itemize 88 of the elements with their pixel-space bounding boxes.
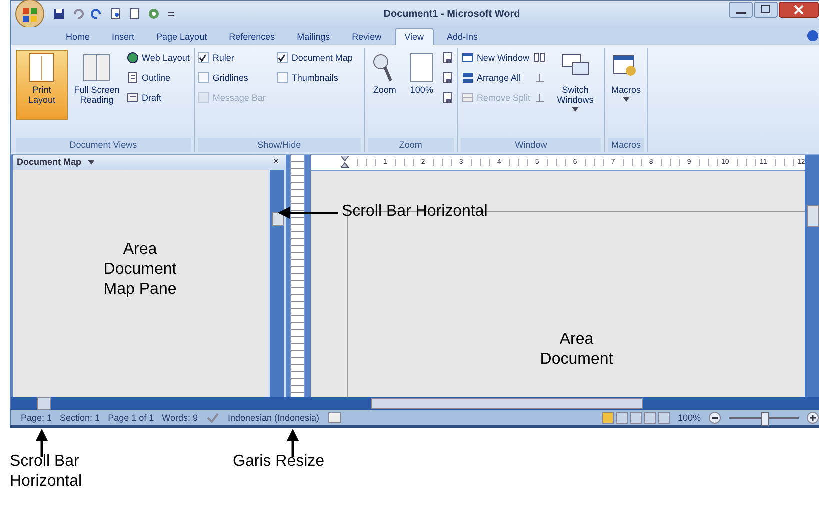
scroll-thumb[interactable] [807,204,819,227]
print-preview-icon[interactable] [110,8,122,20]
dropdown-caret-icon [88,160,95,165]
group-label: Macros [608,138,644,152]
office-button[interactable] [13,0,47,29]
group-label: Show/Hide [198,138,361,152]
page-icon[interactable] [442,72,454,84]
group-label: Document Views [16,138,191,152]
network-icon[interactable] [148,8,160,20]
draft-icon [127,92,139,104]
page-icon[interactable] [442,92,454,104]
page-icon[interactable] [442,52,454,64]
lines-icon[interactable] [534,92,546,104]
minimize-button[interactable] [729,2,753,18]
pointer-arrow [278,207,338,219]
vertical-scrollbar[interactable] [805,154,819,398]
globe-icon [127,52,139,64]
ribbon-button[interactable]: Zoom [368,50,402,120]
status-item[interactable]: Page 1 of 1 [108,412,154,423]
ribbon-button[interactable]: Macros [608,50,644,120]
ribbon-tab[interactable]: View [394,28,434,45]
scroll-thumb[interactable] [371,398,643,410]
status-item[interactable]: Section: 1 [60,412,100,423]
book-icon [83,52,111,83]
ribbon-tab[interactable]: References [220,28,284,45]
split-icon [462,92,474,104]
language-indicator[interactable]: Indonesian (Indonesia) [228,412,320,423]
undo-icon[interactable] [72,8,84,20]
status-item[interactable]: Words: 9 [162,412,198,423]
checkbox[interactable] [198,52,209,64]
scroll-thumb[interactable] [37,397,51,410]
page-icon [408,52,436,83]
checkbox-label: Ruler [212,52,234,63]
checkbox-label: Document Map [292,52,353,63]
ribbon-tab[interactable]: Review [343,28,391,45]
status-item[interactable]: Page: 1 [21,412,52,423]
ribbon-button[interactable]: New Window [460,50,532,66]
ruler-marker-icon [341,156,350,168]
redo-icon[interactable] [91,8,103,20]
group-label: Window [460,138,602,152]
help-icon[interactable] [807,30,819,42]
area-label: Area Document [539,330,614,370]
callout-label: Garis Resize [233,452,325,472]
maximize-button[interactable] [754,2,778,18]
ribbon-button[interactable]: Web Layout [126,50,191,66]
lines-icon[interactable] [534,72,546,84]
checkbox-label: Gridlines [212,72,248,83]
pane-title[interactable]: Document Map [17,157,82,168]
ribbon-button[interactable]: Print Layout [16,50,68,120]
checkbox[interactable] [276,52,288,64]
ribbon-tab[interactable]: Home [57,28,100,45]
window-icon [462,52,474,64]
checkmark-icon [199,54,208,62]
callout-label: Scroll Bar Horizontal [10,452,84,492]
columns-icon[interactable] [534,52,546,64]
zoom-out-button[interactable] [709,412,721,424]
save-icon[interactable] [53,8,65,20]
checkbox[interactable] [276,72,288,84]
callout-label: Scroll Bar Horizontal [342,202,488,222]
stack-icon [462,72,474,84]
zoom-slider-thumb[interactable] [761,412,769,426]
checkbox[interactable] [198,72,209,84]
page-icon [28,52,56,83]
vertical-scrollbar[interactable] [270,170,284,398]
ribbon-button[interactable]: Outline [126,70,191,86]
checkmark-icon [278,54,286,62]
close-button[interactable]: × [271,156,282,168]
ribbon-button[interactable]: Full Screen Reading [71,50,123,120]
area-label: Area Document Map Pane [102,240,178,300]
ribbon-tab[interactable]: Add-Ins [438,28,488,45]
checkbox-label: Message Bar [212,92,266,103]
scroll-thumb[interactable] [272,212,284,226]
ribbon-tab[interactable]: Page Layout [148,28,216,45]
close-button[interactable] [779,2,819,18]
document-icon [127,72,139,84]
ribbon-button[interactable]: 100% [404,50,439,120]
zoom-level[interactable]: 100% [678,412,701,423]
ribbon-tab[interactable]: Mailings [288,28,340,45]
macro-record-icon[interactable] [328,412,342,424]
window-title: Document1 - Microsoft Word [382,8,522,20]
ribbon-tab[interactable]: Insert [103,28,144,45]
checkbox-label: Thumbnails [292,72,338,83]
ribbon-button[interactable]: Switch Windows [549,50,602,120]
ribbon-button[interactable]: Arrange All [460,70,532,86]
zoom-in-button[interactable] [807,412,819,424]
ribbon-button[interactable]: Draft [126,90,191,106]
page-icon[interactable] [129,8,141,20]
group-label: Zoom [368,138,454,152]
